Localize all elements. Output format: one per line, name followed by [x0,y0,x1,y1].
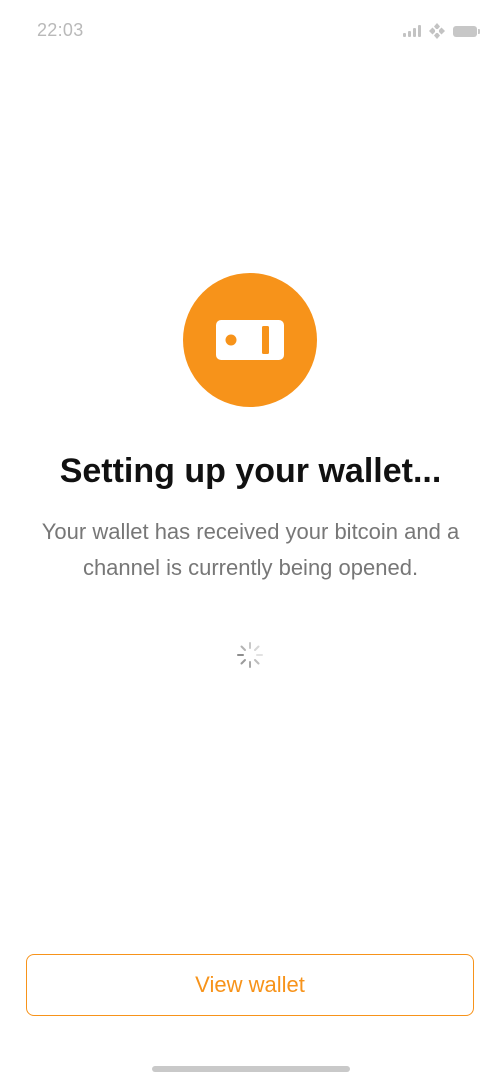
status-description: Your wallet has received your bitcoin an… [41,519,460,580]
loading-spinner-icon [237,642,263,668]
wifi-icon [429,23,445,39]
view-wallet-button[interactable]: View wallet [26,954,474,1016]
status-icons [403,22,480,40]
page-title: Setting up your wallet... [59,452,442,490]
status-time: 22:03 [37,20,84,40]
signal-icon [403,25,421,37]
wallet-icon [216,320,284,360]
status-bar: 22:03 [0,0,501,60]
home-indicator[interactable] [152,1066,350,1072]
battery-icon [453,25,480,37]
hero-circle [183,273,317,407]
